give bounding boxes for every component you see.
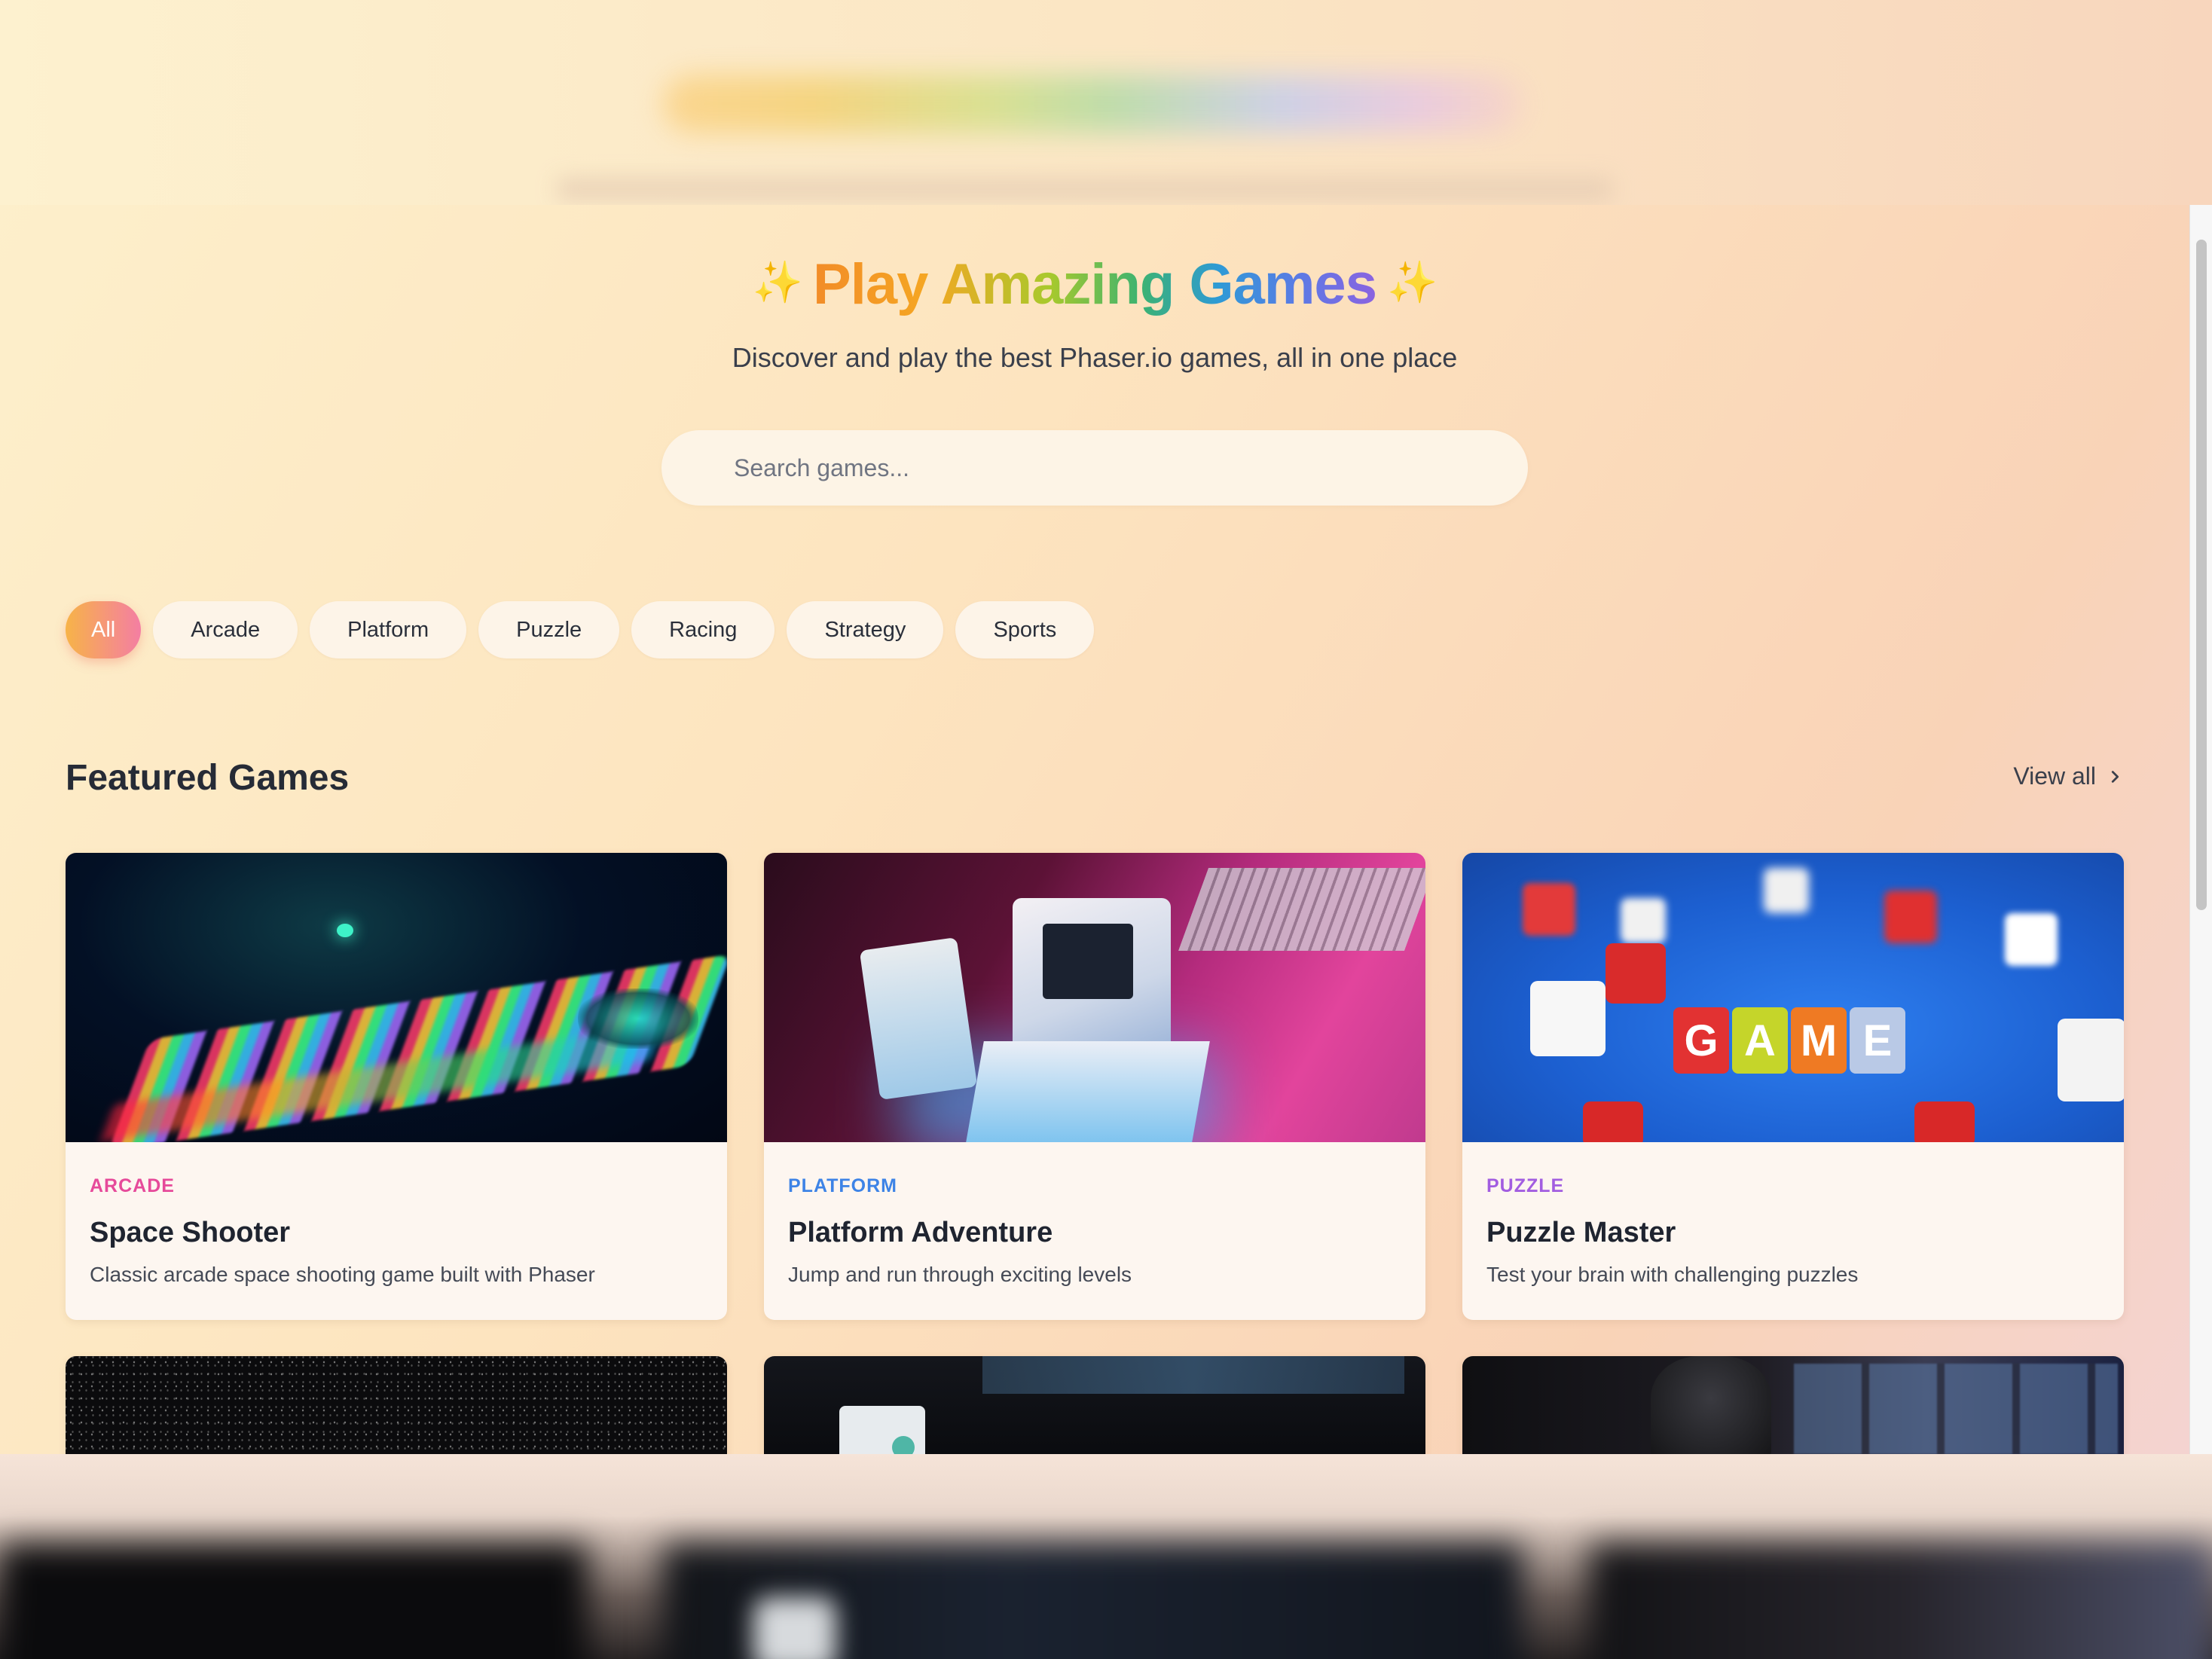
category-filter-bar: All Arcade Platform Puzzle Racing Strate…	[66, 601, 1095, 658]
game-card-space-shooter[interactable]: ARCADE Space Shooter Classic arcade spac…	[66, 853, 727, 1320]
category-chip-puzzle[interactable]: Puzzle	[478, 601, 620, 658]
category-chip-platform[interactable]: Platform	[310, 601, 467, 658]
game-thumbnail	[66, 853, 727, 1142]
page-title: ✨ Play Amazing Games ✨	[0, 252, 2189, 317]
game-category-label: PUZZLE	[1486, 1175, 1565, 1196]
page-subtitle: Discover and play the best Phaser.io gam…	[732, 342, 1458, 373]
blurred-bottom-overlay	[0, 1454, 2212, 1659]
game-description: Classic arcade space shooting game built…	[90, 1263, 595, 1286]
game-title: Space Shooter	[90, 1217, 291, 1248]
vertical-scrollbar[interactable]	[2189, 205, 2212, 1456]
category-chip-sports[interactable]: Sports	[955, 601, 1095, 658]
chevron-right-icon	[2111, 770, 2119, 783]
game-category-label: ARCADE	[90, 1175, 175, 1196]
sparkle-icon: ✨	[752, 260, 803, 305]
game-category-label: PLATFORM	[788, 1175, 898, 1196]
view-all-link[interactable]: View all	[2013, 762, 2123, 790]
blurred-banner-title	[663, 75, 1522, 133]
game-card-platform-adventure[interactable]: PLATFORM Platform Adventure Jump and run…	[764, 853, 1425, 1320]
game-thumbnail: G A M E	[1462, 853, 2124, 1142]
search-bar[interactable]	[661, 430, 1528, 506]
category-chip-racing[interactable]: Racing	[631, 601, 775, 658]
game-description: Jump and run through exciting levels	[788, 1263, 1132, 1286]
view-all-label: View all	[2013, 762, 2096, 790]
scrollbar-thumb[interactable]	[2196, 240, 2207, 910]
game-description: Test your brain with challenging puzzles	[1486, 1263, 1859, 1286]
category-chip-all[interactable]: All	[66, 601, 142, 658]
category-chip-arcade[interactable]: Arcade	[153, 601, 298, 658]
featured-section-title: Featured Games	[66, 758, 350, 798]
game-title: Platform Adventure	[788, 1217, 1053, 1248]
game-title: Puzzle Master	[1486, 1217, 1676, 1248]
blurred-banner-line	[558, 178, 1612, 200]
game-thumbnail	[764, 853, 1425, 1142]
page-title-text: Play Amazing Games	[813, 252, 1377, 316]
blurred-top-banner	[0, 0, 2212, 205]
game-card-puzzle-master[interactable]: G A M E PUZZLE Puzzle Master Test your b…	[1462, 853, 2124, 1320]
category-chip-strategy[interactable]: Strategy	[787, 601, 944, 658]
puzzle-thumb-word: G A M E	[1673, 1007, 1905, 1074]
sparkle-icon: ✨	[1386, 260, 1437, 305]
search-input[interactable]	[734, 430, 1487, 506]
